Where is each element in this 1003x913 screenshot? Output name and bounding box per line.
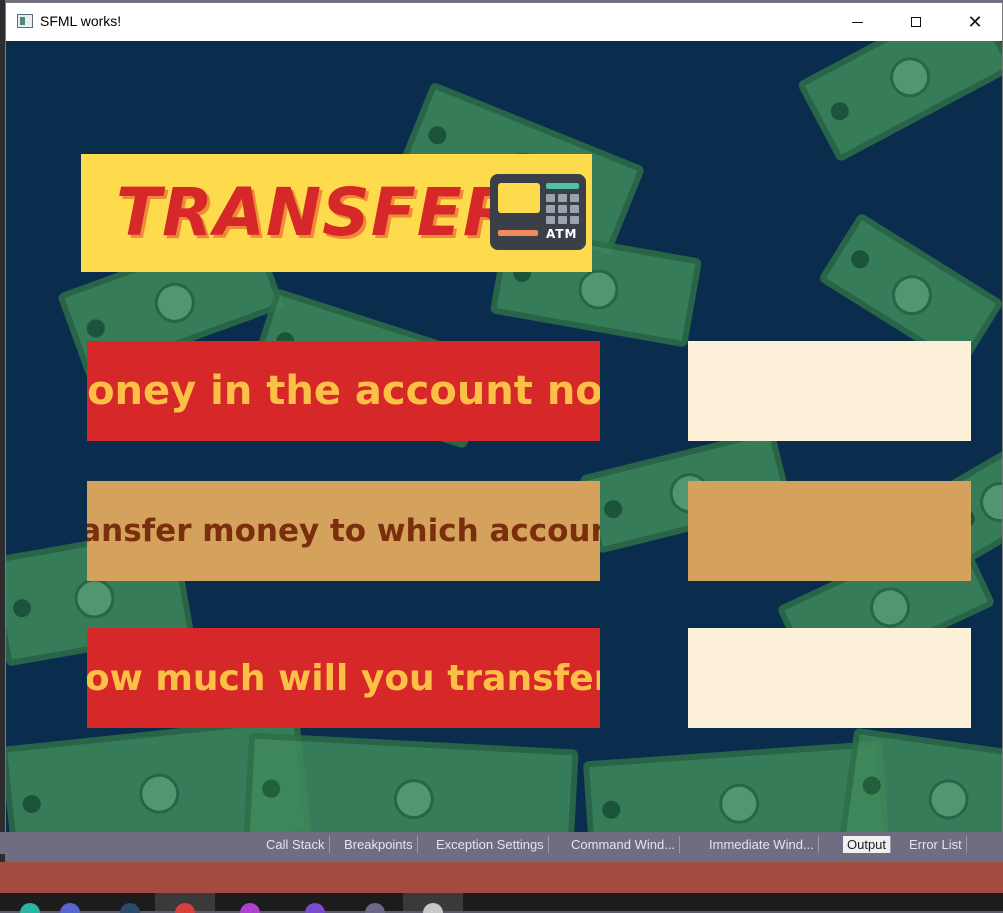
tab-breakpoints[interactable]: Breakpoints	[340, 836, 418, 853]
taskbar-app-icon[interactable]	[345, 893, 405, 913]
minimize-icon	[851, 21, 863, 23]
balance-field[interactable]	[688, 341, 971, 441]
tab-immediate-window[interactable]: Immediate Wind...	[705, 836, 819, 853]
atm-label: ATM	[546, 227, 578, 241]
ide-tool-tabs: Call Stack Breakpoints Exception Setting…	[0, 832, 1003, 854]
taskbar	[0, 893, 1003, 913]
transfer-amount-field[interactable]	[688, 628, 971, 728]
app-canvas: TRANSFER ATM Money in the account now Tr…	[6, 41, 1002, 841]
tab-call-stack[interactable]: Call Stack	[262, 836, 330, 853]
window-title: SFML works!	[40, 13, 122, 29]
money-bill-decoration	[796, 41, 1002, 163]
tab-exception-settings[interactable]: Exception Settings	[432, 836, 549, 853]
taskbar-app-icon[interactable]	[220, 893, 280, 913]
maximize-button[interactable]	[887, 3, 945, 41]
taskbar-app-icon[interactable]	[155, 893, 215, 913]
target-account-label: Transfer money to which account:	[87, 481, 600, 581]
maximize-icon	[911, 17, 921, 27]
page-title: TRANSFER	[116, 174, 515, 251]
balance-label: Money in the account now	[87, 341, 600, 441]
minimize-button[interactable]	[828, 3, 886, 41]
money-bill-decoration	[243, 732, 579, 841]
title-bar[interactable]: SFML works! ✕	[6, 3, 1002, 41]
taskbar-app-icon[interactable]	[40, 893, 100, 913]
transfer-amount-label: How much will you transfer?	[87, 628, 600, 728]
tab-command-window[interactable]: Command Wind...	[567, 836, 681, 853]
app-window-icon	[17, 14, 33, 28]
tab-error-list[interactable]: Error List	[905, 836, 967, 853]
header-banner: TRANSFER ATM	[81, 154, 592, 272]
taskbar-app-icon[interactable]	[403, 893, 463, 913]
taskbar-app-icon[interactable]	[285, 893, 345, 913]
atm-icon: ATM	[490, 174, 586, 250]
ide-status-bar	[0, 862, 1003, 893]
tab-output[interactable]: Output	[843, 836, 892, 853]
money-bill-decoration	[839, 727, 1002, 841]
close-icon: ✕	[967, 11, 983, 32]
close-button[interactable]: ✕	[946, 3, 1003, 41]
taskbar-app-icon[interactable]	[100, 893, 160, 913]
sfml-window: SFML works! ✕ TRANSFER ATM oney in the a…	[5, 2, 1003, 842]
target-account-field[interactable]	[688, 481, 971, 581]
